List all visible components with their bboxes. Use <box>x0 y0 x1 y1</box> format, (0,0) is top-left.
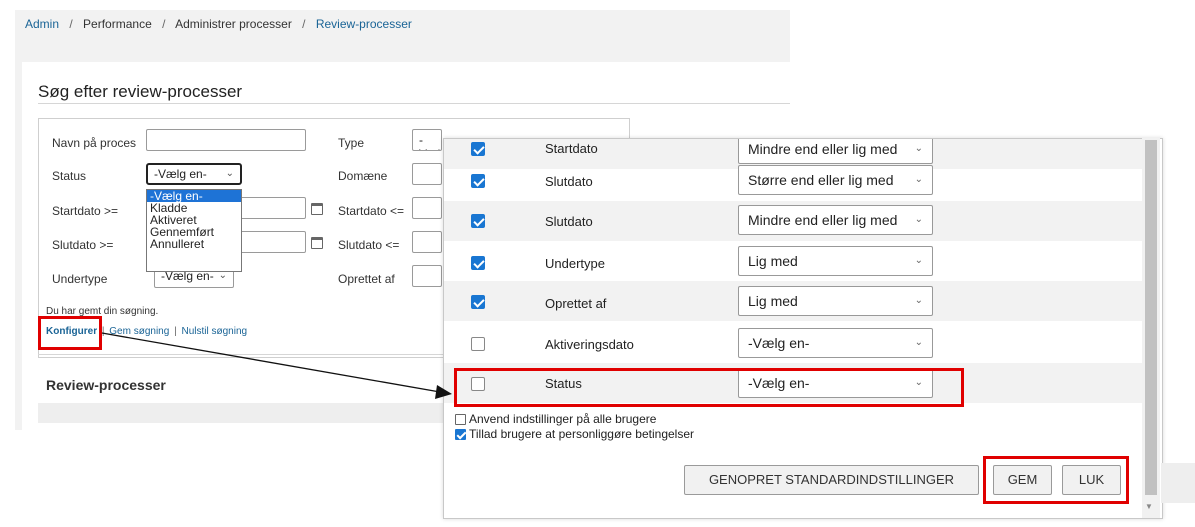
row-checkbox[interactable] <box>471 142 485 156</box>
buttons-highlight-box <box>983 456 1129 504</box>
status-dropdown-list: -Vælg en- Kladde Aktiveret Gennemført An… <box>146 189 242 272</box>
breadcrumb-administrer-processer[interactable]: Administrer processer <box>175 17 292 31</box>
chevron-down-icon: ⌄ <box>914 295 923 306</box>
name-label: Navn på proces <box>52 136 137 150</box>
criteria-row: Slutdato Større end eller lig med ⌄ <box>444 161 1144 201</box>
operator-select[interactable]: -Vælg en- ⌄ <box>738 328 933 358</box>
row-checkbox[interactable] <box>471 256 485 270</box>
title-divider <box>38 103 790 104</box>
row-checkbox[interactable] <box>471 295 485 309</box>
row-label: Slutdato <box>545 214 593 229</box>
apply-all-option[interactable]: Anvend indstillinger på alle brugere <box>455 412 656 426</box>
apply-all-checkbox[interactable] <box>455 414 466 425</box>
scrollbar-thumb[interactable] <box>1145 140 1157 495</box>
startdate-from-label: Startdato >= <box>52 204 119 218</box>
type-select-value: -Vælg en- <box>419 133 441 150</box>
scroll-down-arrow-icon[interactable]: ▼ <box>1145 502 1153 511</box>
background-strip <box>1161 463 1195 503</box>
operator-value: -Vælg en- <box>748 335 810 351</box>
restore-defaults-button[interactable]: GENOPRET STANDARDINDSTILLINGER <box>684 465 979 495</box>
status-label: Status <box>52 169 87 183</box>
operator-select[interactable]: Mindre end eller lig med ⌄ <box>738 205 933 235</box>
breadcrumb-separator: / <box>69 17 73 31</box>
chevron-down-icon: ⌄ <box>914 255 923 266</box>
calendar-icon[interactable] <box>311 203 323 215</box>
operator-select[interactable]: Lig med ⌄ <box>738 246 933 276</box>
criteria-row: Aktiveringsdato -Vælg en- ⌄ <box>444 323 1144 363</box>
operator-select[interactable]: Lig med ⌄ <box>738 286 933 316</box>
breadcrumb-admin[interactable]: Admin <box>25 17 59 31</box>
created-by-input[interactable] <box>412 265 442 287</box>
breadcrumb-review-processer[interactable]: Review-processer <box>316 17 412 31</box>
operator-value: Mindre end eller lig med <box>748 141 898 157</box>
enddate-to-label: Slutdato <= <box>338 238 400 252</box>
chevron-down-icon: ⌄ <box>914 143 923 154</box>
startdate-to-input[interactable] <box>412 197 442 219</box>
calendar-icon[interactable] <box>311 237 323 249</box>
domain-input[interactable] <box>412 163 442 185</box>
created-by-label: Oprettet af <box>338 272 395 286</box>
operator-value: Lig med <box>748 293 798 309</box>
status-row-highlight-box <box>454 368 964 407</box>
chevron-down-icon: ⌄ <box>914 337 923 348</box>
save-search-link[interactable]: Gem søgning <box>109 326 169 337</box>
chevron-down-icon: ⌄ <box>914 214 923 225</box>
startdate-to-label: Startdato <= <box>338 204 405 218</box>
reset-search-link[interactable]: Nulstil søgning <box>181 326 247 337</box>
criteria-row: Slutdato Mindre end eller lig med ⌄ <box>444 201 1144 241</box>
page-title: Søg efter review-processer <box>38 82 243 101</box>
operator-value: Lig med <box>748 253 798 269</box>
allow-personalize-label: Tillad brugere at personliggøre betingel… <box>469 427 695 441</box>
enddate-to-input[interactable] <box>412 231 442 253</box>
name-input[interactable] <box>146 129 306 151</box>
allow-personalize-option[interactable]: Tillad brugere at personliggøre betingel… <box>455 427 694 441</box>
status-select-value: -Vælg en- <box>154 167 207 181</box>
breadcrumb: Admin / Performance / Administrer proces… <box>25 17 412 31</box>
type-select[interactable]: -Vælg en- <box>412 129 442 151</box>
domain-label: Domæne <box>338 169 388 183</box>
operator-value: Mindre end eller lig med <box>748 212 898 228</box>
enddate-from-input[interactable] <box>240 231 306 253</box>
row-label: Slutdato <box>545 174 593 189</box>
row-label: Startdato <box>545 141 598 156</box>
criteria-row: Oprettet af Lig med ⌄ <box>444 281 1144 321</box>
chevron-down-icon: ⌄ <box>225 168 234 179</box>
operator-select[interactable]: Større end eller lig med ⌄ <box>738 165 933 195</box>
row-label: Oprettet af <box>545 296 607 311</box>
status-select[interactable]: -Vælg en- ⌄ <box>146 163 242 185</box>
link-separator: | <box>174 326 177 337</box>
breadcrumb-separator: / <box>162 17 166 31</box>
criteria-row: Undertype Lig med ⌄ <box>444 241 1144 281</box>
row-checkbox[interactable] <box>471 174 485 188</box>
enddate-from-label: Slutdato >= <box>52 238 114 252</box>
startdate-from-input[interactable] <box>240 197 306 219</box>
row-checkbox[interactable] <box>471 337 485 351</box>
row-label: Aktiveringsdato <box>545 337 634 352</box>
subtype-label: Undertype <box>52 272 108 286</box>
configure-highlight-box <box>38 316 102 350</box>
breadcrumb-separator: / <box>302 17 306 31</box>
chevron-down-icon: ⌄ <box>914 174 923 185</box>
allow-personalize-checkbox[interactable] <box>455 429 466 440</box>
apply-all-label: Anvend indstillinger på alle brugere <box>469 412 657 426</box>
operator-value: Større end eller lig med <box>748 172 894 188</box>
type-label: Type <box>338 136 365 150</box>
link-separator: | <box>101 326 105 337</box>
results-title: Review-processer <box>46 377 166 393</box>
status-option[interactable]: Annulleret <box>147 238 241 250</box>
row-checkbox[interactable] <box>471 214 485 228</box>
breadcrumb-performance[interactable]: Performance <box>83 17 152 31</box>
row-label: Undertype <box>545 256 605 271</box>
